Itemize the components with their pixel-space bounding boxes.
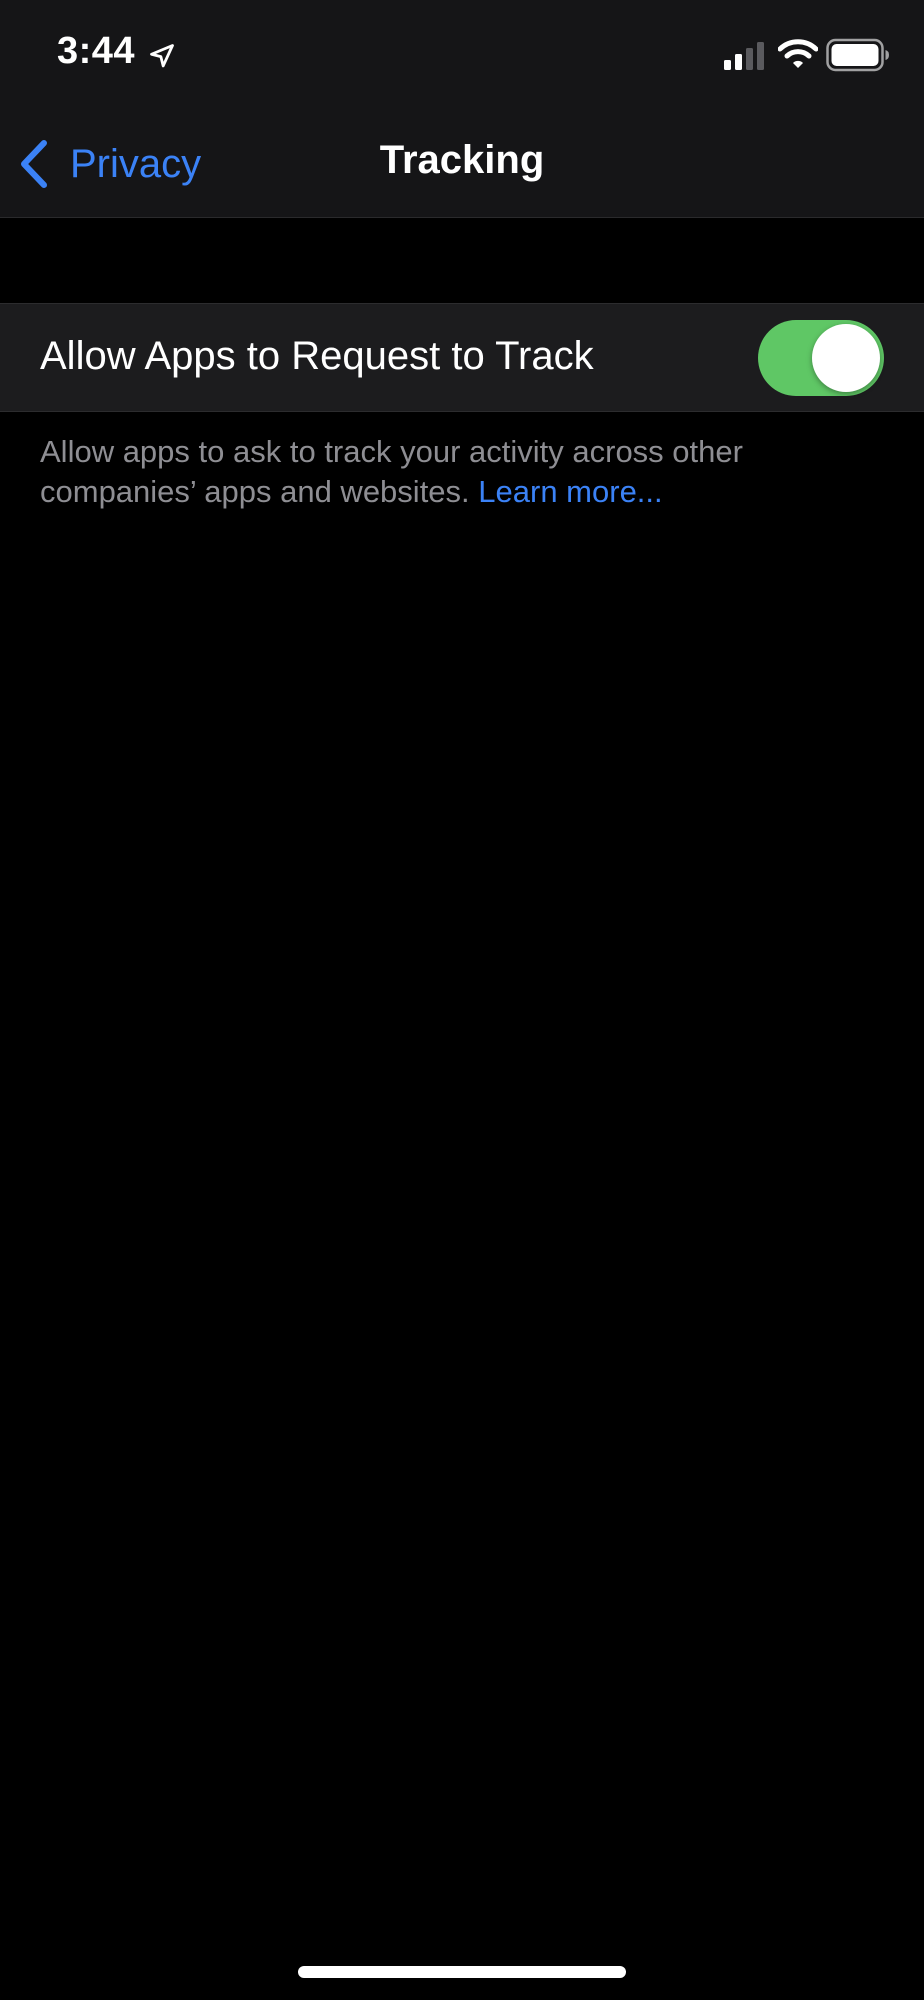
battery-icon (826, 38, 889, 72)
setting-label: Allow Apps to Request to Track (40, 334, 594, 378)
cellular-signal-icon (724, 42, 764, 70)
navigation-bar: Privacy Tracking (0, 110, 924, 218)
home-indicator[interactable] (298, 1966, 626, 1978)
page-title: Tracking (379, 138, 545, 182)
status-time: 3:44 (57, 30, 136, 72)
toggle-knob (812, 324, 880, 392)
setting-description: Allow apps to ask to track your activity… (40, 432, 890, 512)
status-bar: 3:44 (0, 0, 924, 110)
allow-tracking-toggle[interactable] (758, 320, 884, 396)
wifi-icon (778, 39, 818, 68)
location-arrow-icon (150, 44, 174, 68)
settings-row-allow-tracking-requests: Allow Apps to Request to Track (0, 303, 924, 412)
learn-more-link[interactable]: Learn more... (478, 474, 662, 509)
